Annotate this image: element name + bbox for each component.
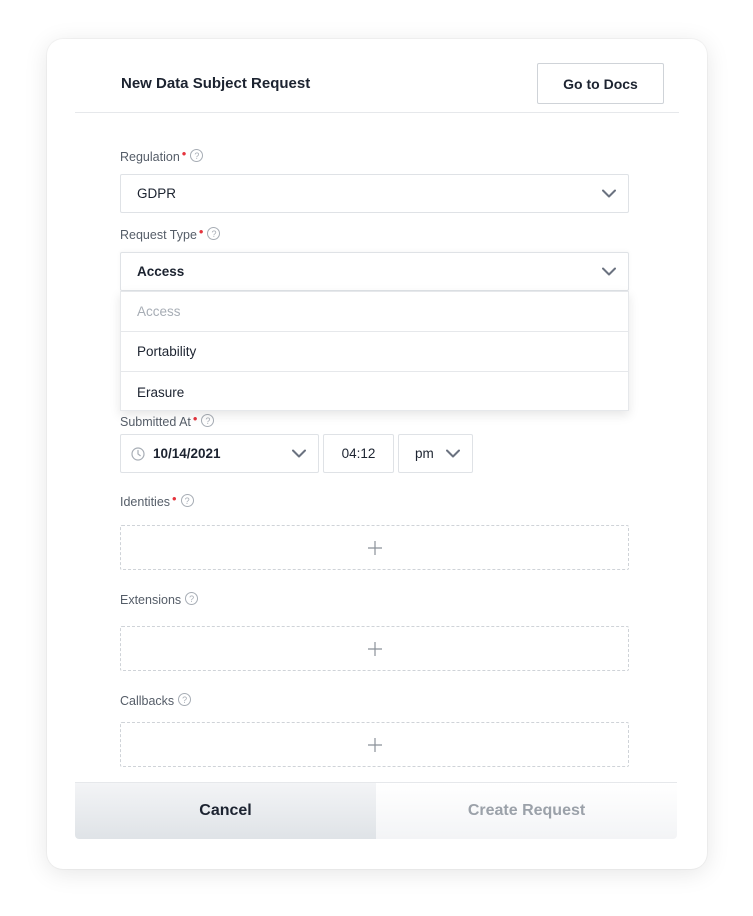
cancel-button[interactable]: Cancel	[75, 783, 376, 839]
callbacks-label-row: Callbacks ?	[120, 693, 192, 708]
plus-icon	[367, 641, 382, 656]
help-icon[interactable]: ?	[180, 494, 194, 507]
help-icon[interactable]: ?	[178, 693, 192, 706]
chevron-down-icon	[602, 189, 616, 197]
option-access[interactable]: Access	[121, 292, 628, 332]
modal-footer: Cancel Create Request	[75, 782, 677, 839]
callbacks-label: Callbacks	[120, 694, 175, 708]
regulation-select[interactable]: GDPR	[120, 174, 629, 213]
regulation-value: GDPR	[137, 186, 177, 201]
create-request-button[interactable]: Create Request	[376, 783, 677, 839]
regulation-label-row: Regulation • ?	[120, 146, 204, 164]
go-to-docs-button[interactable]: Go to Docs	[537, 63, 664, 104]
extensions-label-row: Extensions ?	[120, 592, 199, 607]
date-picker[interactable]: 10/14/2021	[120, 434, 319, 473]
request-type-dropdown: Access Portability Erasure	[120, 291, 629, 411]
request-type-label-row: Request Type • ?	[120, 224, 221, 242]
date-value: 10/14/2021	[153, 446, 221, 461]
submitted-at-label-row: Submitted At • ?	[120, 411, 215, 429]
extensions-label: Extensions	[120, 593, 182, 607]
modal-title: New Data Subject Request	[121, 75, 311, 92]
required-indicator: •	[198, 224, 204, 239]
submitted-at-label: Submitted At	[120, 415, 191, 429]
plus-icon	[367, 737, 382, 752]
regulation-label: Regulation	[120, 150, 180, 164]
option-erasure[interactable]: Erasure	[121, 372, 628, 412]
identities-label-row: Identities • ?	[120, 491, 194, 509]
help-icon[interactable]: ?	[190, 149, 204, 162]
chevron-down-icon	[446, 449, 460, 457]
add-callback-button[interactable]	[120, 722, 629, 767]
request-type-value: Access	[137, 264, 185, 279]
meridiem-select[interactable]: pm	[398, 434, 473, 473]
add-identity-button[interactable]	[120, 525, 629, 570]
help-icon[interactable]: ?	[201, 414, 215, 427]
required-indicator: •	[172, 491, 177, 506]
help-icon[interactable]: ?	[207, 227, 221, 240]
required-indicator: •	[192, 411, 198, 426]
help-icon[interactable]: ?	[185, 592, 199, 605]
meridiem-value: pm	[415, 446, 434, 461]
add-extension-button[interactable]	[120, 626, 629, 671]
chevron-down-icon	[602, 267, 616, 275]
dsr-modal: New Data Subject Request Go to Docs Regu…	[47, 39, 707, 869]
header-divider	[75, 112, 679, 113]
plus-icon	[367, 540, 382, 555]
option-portability[interactable]: Portability	[121, 332, 628, 372]
chevron-down-icon	[292, 449, 306, 457]
request-type-select[interactable]: Access	[120, 252, 629, 291]
time-input[interactable]: 04:12	[323, 434, 394, 473]
required-indicator: •	[181, 146, 187, 161]
identities-label: Identities	[120, 495, 171, 509]
clock-icon	[131, 446, 145, 461]
request-type-label: Request Type	[120, 228, 197, 242]
